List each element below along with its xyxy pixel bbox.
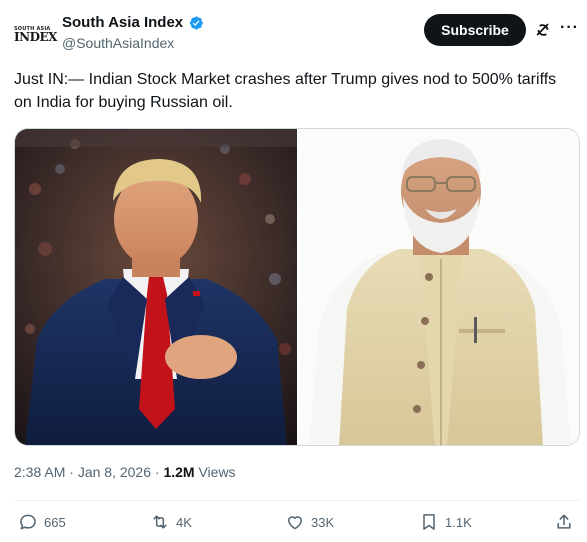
repost-button[interactable]: 4K (150, 512, 192, 532)
action-bar: 665 4K 33K 1.1K (14, 512, 580, 538)
media-photo-left[interactable] (15, 129, 297, 445)
reply-button[interactable]: 665 (18, 512, 66, 532)
tweet-text: Just IN:— Indian Stock Market crashes af… (14, 71, 557, 111)
avatar[interactable]: SOUTH ASIA INDEX (14, 24, 57, 44)
tweet-meta: 2:38 AM · Jan 8, 2026 · 1.2M Views (14, 464, 236, 480)
name-row: South Asia Index (62, 14, 204, 31)
views-count: 1.2M (163, 464, 195, 480)
tweet-media[interactable] (14, 128, 580, 446)
bookmark-count: 1.1K (445, 514, 472, 530)
tweet-time[interactable]: 2:38 AM (14, 464, 65, 480)
subscribe-button[interactable]: Subscribe (424, 14, 526, 46)
account-handle[interactable]: @SouthAsiaIndex (62, 35, 174, 51)
views-label: Views (198, 464, 236, 480)
share-icon (557, 514, 571, 529)
verified-icon (190, 15, 203, 29)
bookmark-icon (423, 514, 435, 530)
divider (14, 500, 580, 501)
like-button[interactable]: 33K (285, 512, 334, 532)
more-icon[interactable]: ··· (560, 19, 579, 37)
meta-separator: · (65, 464, 78, 480)
photo-man-white-beard-vest (299, 129, 579, 445)
avatar-text-bottom: INDEX (14, 30, 57, 44)
repost-icon (153, 515, 167, 529)
share-button[interactable] (554, 512, 574, 532)
like-icon (288, 516, 302, 530)
account-name[interactable]: South Asia Index (62, 14, 183, 31)
grok-icon[interactable] (534, 21, 552, 39)
like-count: 33K (311, 514, 335, 530)
repost-count: 4K (176, 514, 192, 530)
photo-man-suit-red-tie (15, 129, 297, 445)
bookmark-button[interactable]: 1.1K (419, 512, 472, 532)
tweet-date[interactable]: Jan 8, 2026 (78, 464, 151, 480)
meta-separator-2: · (151, 464, 164, 480)
reply-count: 665 (44, 514, 66, 530)
reply-icon (20, 514, 36, 530)
tweet-header: SOUTH ASIA INDEX South Asia Index @South… (14, 12, 579, 56)
media-photo-right[interactable] (299, 129, 579, 445)
